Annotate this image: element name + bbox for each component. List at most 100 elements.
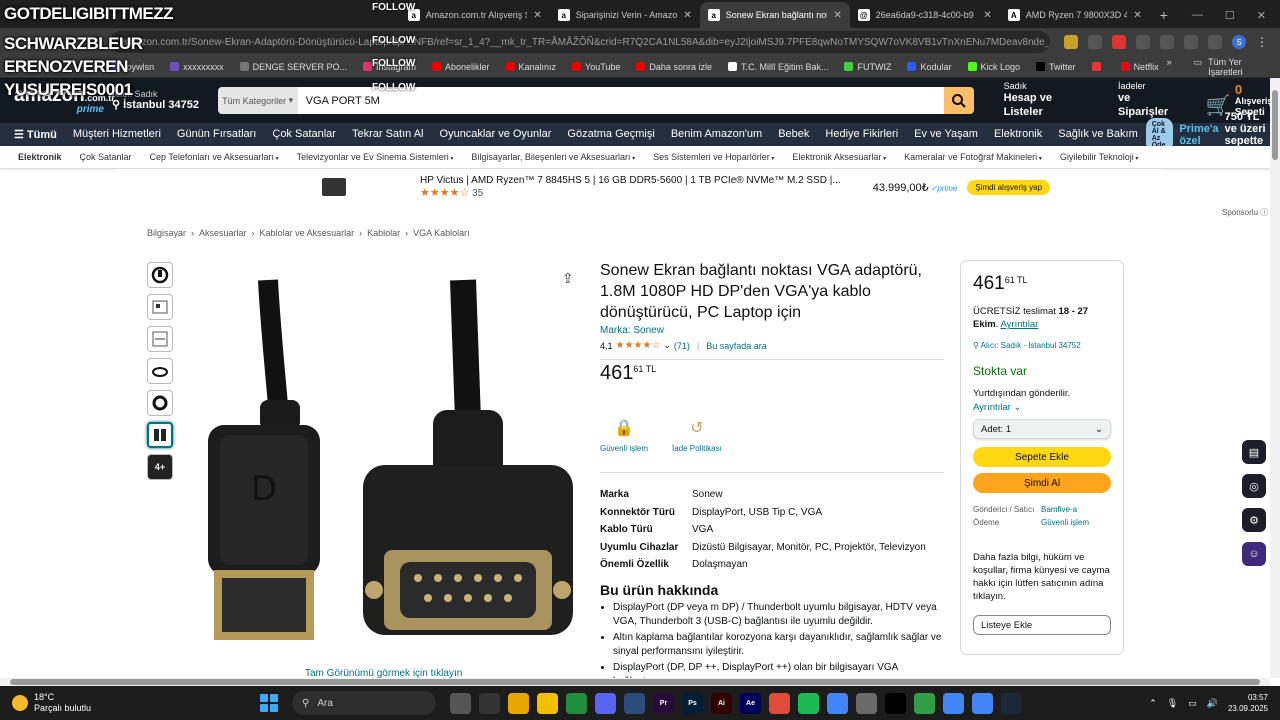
breadcrumb-item[interactable]: Bilgisayar [147, 228, 186, 238]
bookmark-item[interactable]: YouTube [564, 62, 628, 72]
taskbar-search[interactable]: ⚲ Ara [292, 691, 436, 715]
minimize-icon[interactable]: — [1192, 9, 1203, 21]
browser-tab[interactable]: a Siparişinizi Verin - Amazo ✕ [550, 2, 700, 28]
subnav-item[interactable]: Çok Satanlar [71, 152, 141, 162]
profile-avatar[interactable]: S [1232, 35, 1246, 49]
ad-title[interactable]: HP Victus | AMD Ryzen™ 7 8845HS 5 | 16 G… [420, 175, 841, 186]
account-menu[interactable]: Sadık Hesap ve Listeler [1004, 81, 1092, 120]
extension-icon[interactable] [1112, 35, 1126, 49]
nav-item[interactable]: ☰ Tümü [0, 128, 65, 141]
share-icon[interactable]: ⇪ [562, 270, 574, 287]
bookmark-item[interactable]: Abonelikler [424, 62, 498, 72]
nav-item[interactable]: Hediye Fikirleri [817, 128, 906, 141]
bookmark-item[interactable]: xxxxxxxxx [162, 62, 232, 72]
taskbar-app-icon[interactable] [624, 692, 645, 714]
search-category-select[interactable]: Tüm Kategoriler ▾ [217, 87, 298, 114]
nav-item[interactable]: Sağlık ve Bakım [1050, 128, 1145, 141]
taskbar-app-icon[interactable] [972, 692, 993, 714]
return-policy[interactable]: ↺ İade Politikası [672, 418, 722, 453]
taskbar-app-icon[interactable]: Ae [740, 692, 761, 714]
all-bookmarks-button[interactable]: Tüm Yer İşaretleri [1208, 57, 1264, 77]
thumbnail-more[interactable]: 4+ [147, 454, 173, 480]
nav-item[interactable]: Gözatma Geçmişi [559, 128, 662, 141]
scrollbar-thumb[interactable] [1272, 90, 1278, 160]
extension-icon[interactable] [1064, 35, 1078, 49]
network-icon[interactable]: ▭ [1188, 698, 1197, 709]
brand-link[interactable]: Marka: Sonew [600, 325, 664, 336]
thumbnail[interactable] [147, 390, 173, 416]
quantity-select[interactable]: Adet: 1 ⌄ [973, 419, 1111, 439]
browser-tab[interactable]: a Amazon.com.tr Alışveriş S ✕ [400, 2, 550, 28]
taskbar-app-icon[interactable] [450, 692, 471, 714]
url-field[interactable]: amazon.com.tr/Sonew-Ekran-Adaptörü-Dönüş… [110, 31, 1050, 53]
thumbnail[interactable] [147, 294, 173, 320]
close-icon[interactable]: ✕ [683, 10, 691, 21]
assistant-icon[interactable]: ☺ [1242, 542, 1266, 566]
subnav-item[interactable]: Elektronik Aksesuarlar ▾ [783, 152, 895, 162]
add-to-list-button[interactable]: Listeye Ekle [973, 615, 1111, 635]
breadcrumb-item[interactable]: VGA Kabloları [413, 228, 470, 238]
windows-start-icon[interactable] [260, 694, 278, 712]
nav-item[interactable]: Oyuncaklar ve Oyunlar [432, 128, 560, 141]
thumbnail-selected[interactable] [147, 422, 173, 448]
taskbar-app-icon[interactable] [856, 692, 877, 714]
tools-icon[interactable]: ⚙ [1242, 508, 1266, 532]
close-icon[interactable]: ✕ [1133, 10, 1141, 21]
taskbar-app-icon[interactable] [769, 692, 790, 714]
close-icon[interactable]: ✕ [833, 10, 841, 21]
download-icon[interactable] [1160, 35, 1174, 49]
media-icon[interactable] [1184, 35, 1198, 49]
taskbar-app-icon[interactable] [885, 692, 906, 714]
nav-item[interactable]: Ev ve Yaşam [906, 128, 986, 141]
taskbar-app-icon[interactable] [479, 692, 500, 714]
sponsored-label[interactable]: Sponsorlu ⓘ [1222, 207, 1268, 218]
add-to-cart-button[interactable]: Sepete Ekle [973, 447, 1111, 467]
book-icon[interactable]: ▤ [1242, 440, 1266, 464]
weather-widget[interactable]: 18°C Parçalı bulutlu [0, 692, 260, 714]
delivery-details-link[interactable]: Ayrıntılar [1000, 319, 1038, 330]
nav-item[interactable]: Bebek [770, 128, 817, 141]
rating-stars[interactable]: ★★★★☆ [616, 340, 661, 351]
mic-icon[interactable]: 🎙 [1167, 698, 1178, 709]
bookmark-item[interactable]: DENGE SERVER PO... [232, 62, 355, 72]
breadcrumb-item[interactable]: Kablolar [367, 228, 400, 238]
taskbar-app-icon[interactable] [914, 692, 935, 714]
bookmark-item[interactable]: Kodular [899, 62, 959, 72]
thumbnail[interactable] [147, 262, 173, 288]
thumbnail[interactable] [147, 326, 173, 352]
rating-count-link[interactable]: (71) [674, 341, 690, 351]
bookmark-item[interactable]: Twitter [1028, 62, 1084, 72]
subnav-item[interactable]: Televizyonlar ve Ev Sinema Sistemleri ▾ [288, 152, 463, 162]
taskbar-app-icon[interactable] [798, 692, 819, 714]
breadcrumb-item[interactable]: Kablolar ve Aksesuarlar [260, 228, 355, 238]
new-tab-button[interactable]: + [1150, 2, 1178, 28]
thumbnail[interactable] [147, 358, 173, 384]
search-page-link[interactable]: Bu sayfada ara [706, 341, 767, 351]
breadcrumb-item[interactable]: Aksesuarlar [199, 228, 247, 238]
ad-shop-button[interactable]: Şimdi alışveriş yap [967, 179, 1051, 195]
menu-icon[interactable]: ⋮ [1256, 35, 1268, 49]
bookmark-item[interactable] [1084, 62, 1113, 72]
subnav-item[interactable]: Bilgisayarlar, Bileşenleri ve Aksesuarla… [462, 152, 644, 162]
chevron-down-icon[interactable]: ⌄ [663, 340, 671, 351]
clock[interactable]: 03:57 23.09.2025 [1228, 692, 1268, 714]
volume-icon[interactable]: 🔊 [1207, 698, 1218, 709]
bookmark-item[interactable]: Kick Logo [960, 62, 1029, 72]
buy-now-button[interactable]: Şimdi Al [973, 473, 1111, 493]
taskbar-app-icon[interactable]: Ai [711, 692, 732, 714]
taskbar-app-icon[interactable]: Ps [682, 692, 703, 714]
bookmark-item[interactable]: T.C. Millî Eğitim Bak... [720, 62, 837, 72]
nav-item[interactable]: Tekrar Satın Al [344, 128, 432, 141]
taskbar-app-icon[interactable] [537, 692, 558, 714]
scrollbar-thumb[interactable] [10, 679, 1260, 685]
search-button[interactable] [943, 87, 974, 114]
nav-item[interactable]: Benim Amazon'um [663, 128, 770, 141]
bookmark-item[interactable]: FUTWIZ [836, 62, 899, 72]
vertical-scrollbar[interactable] [1270, 78, 1280, 678]
subnav-item[interactable]: Ses Sistemleri ve Hoparlörler ▾ [644, 152, 783, 162]
bookmark-item[interactable]: Daha sonra izle [628, 62, 720, 72]
puzzle-icon[interactable] [1136, 35, 1150, 49]
payment-link[interactable]: Güvenli işlem [1041, 518, 1111, 527]
maximize-icon[interactable]: ☐ [1225, 9, 1235, 22]
taskbar-app-icon[interactable] [595, 692, 616, 714]
